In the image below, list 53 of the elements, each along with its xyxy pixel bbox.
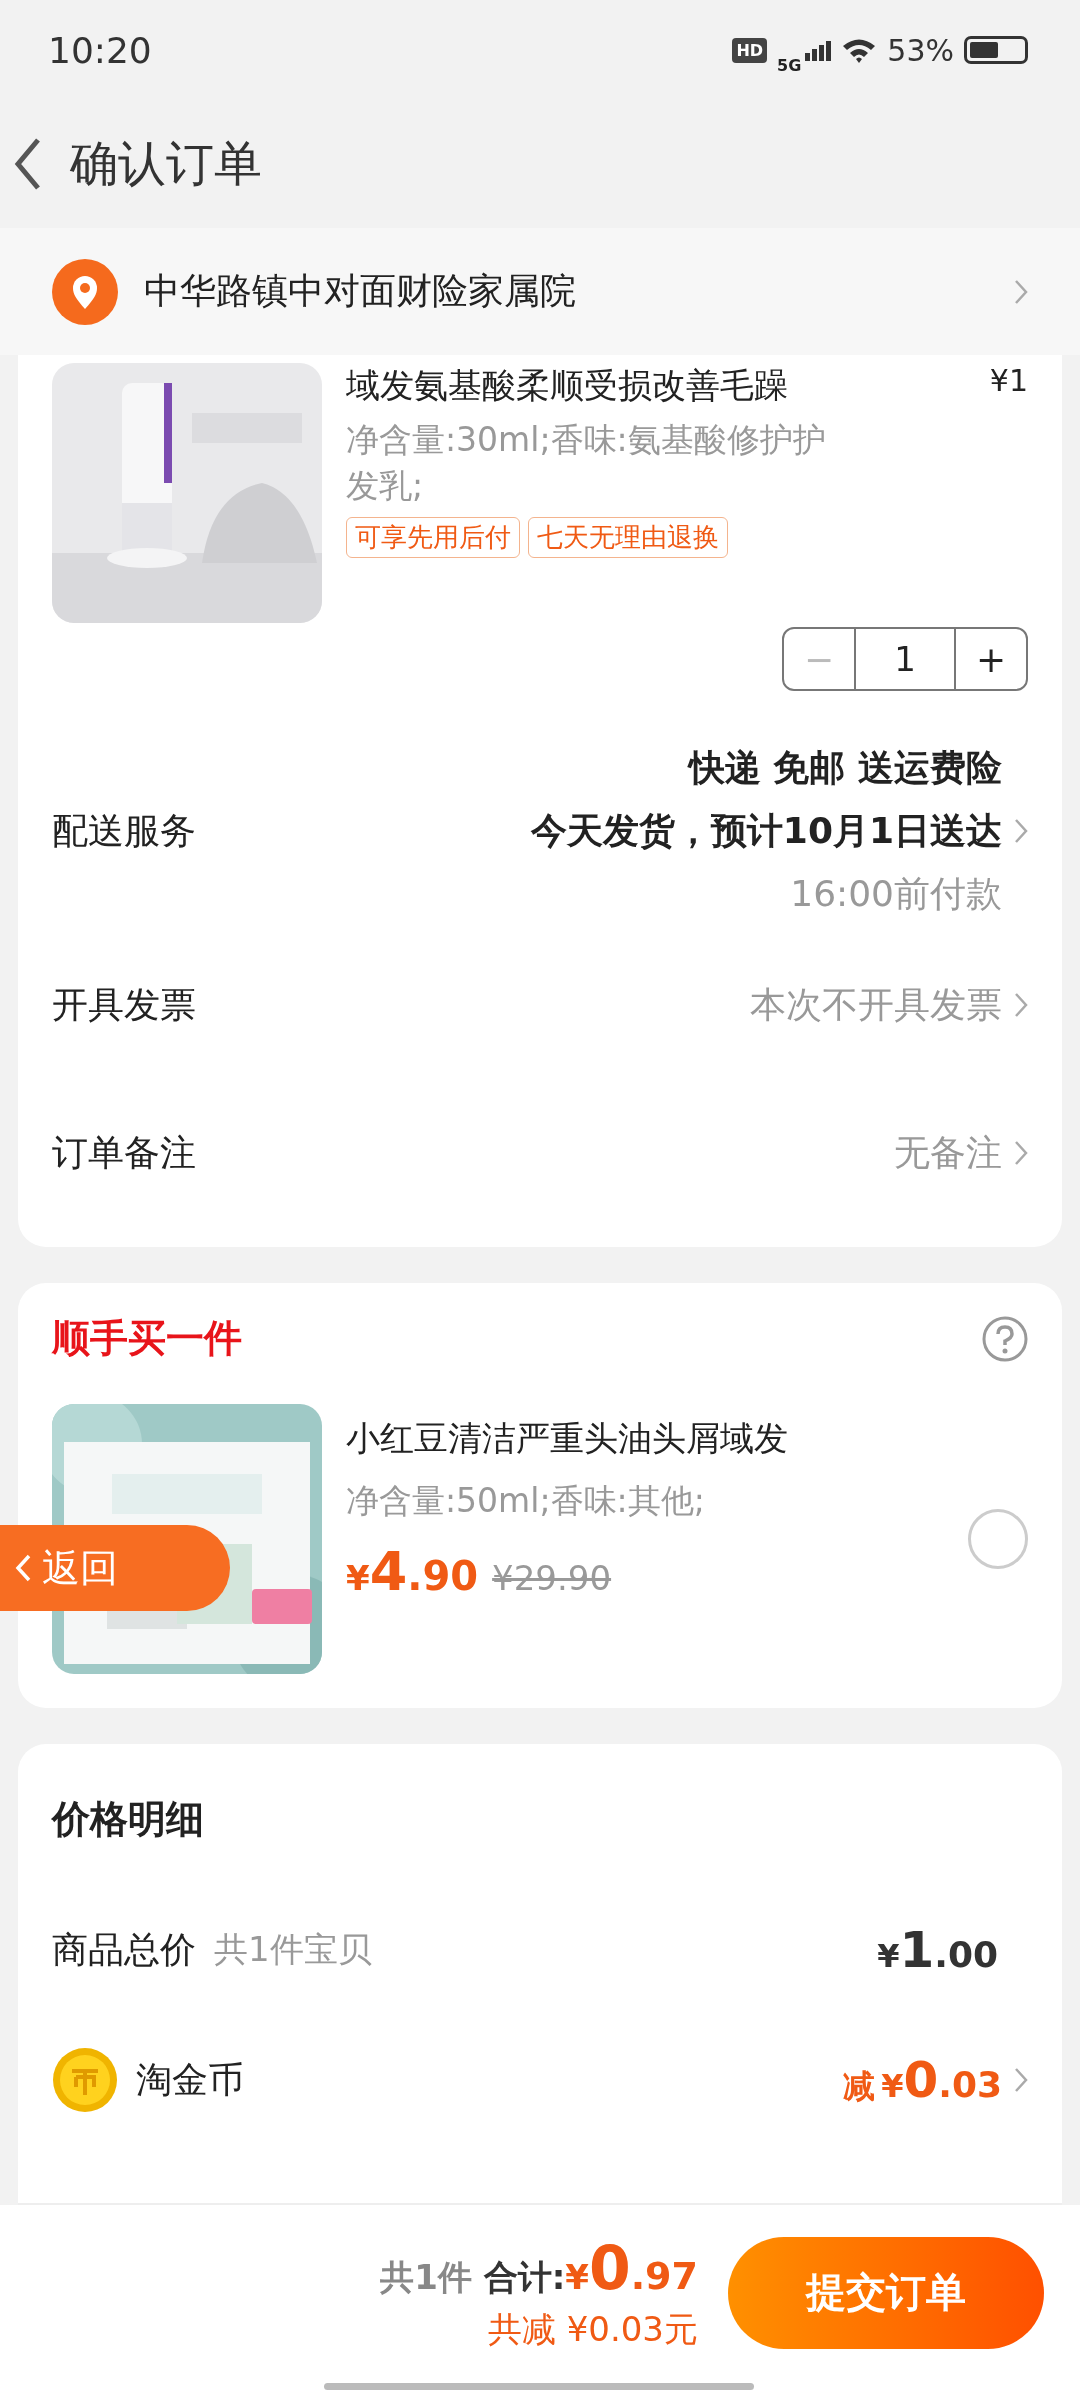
quantity-stepper[interactable]: − 1 + (782, 627, 1028, 691)
product-spec: 净含量:30ml;香味:氨基酸修护护发乳; (346, 419, 827, 508)
wifi-icon (841, 37, 878, 63)
section-title: 顺手买一件 (52, 1315, 242, 1362)
order-total: 共1件 合计:¥0.97 (380, 2232, 698, 2303)
delivery-info: 今天发货，预计10月1日送达 (530, 808, 1002, 853)
total-saving: 共减 ¥0.03元 (487, 2307, 698, 2351)
product-title: 小红豆清洁严重头油头屑域发 (346, 1417, 789, 1460)
option-row[interactable]: 订单备注 无备注 (52, 1079, 1028, 1227)
row-label: 开具发票 (52, 982, 196, 1027)
battery-icon (964, 36, 1028, 64)
delivery-row[interactable]: 配送服务 快递 免邮 送运费险 今天发货，预计10月1日送达 16:00前付款 (52, 731, 1028, 931)
chevron-right-icon (1014, 1140, 1028, 1166)
increment-button[interactable]: + (956, 629, 1026, 689)
section-title: 价格明细 (52, 1796, 205, 1843)
product-spec: 净含量:50ml;香味:其他; (346, 1480, 706, 1522)
delivery-info: 快递 免邮 送运费险 (688, 745, 1002, 790)
battery-percent: 53% (887, 32, 954, 68)
coin-icon (52, 2047, 118, 2113)
price-amount: ¥1.00 (877, 1921, 998, 1979)
chevron-right-icon (1014, 818, 1028, 844)
item-count: 共1件宝贝 (214, 1928, 372, 1971)
original-price: ¥29.90 (492, 1558, 612, 1599)
help-icon[interactable] (982, 1315, 1028, 1362)
row-label: 订单备注 (52, 1130, 196, 1175)
chevron-left-icon (14, 1553, 32, 1583)
address-bar[interactable]: 中华路镇中对面财险家属院 (0, 228, 1080, 355)
location-pin-icon (52, 258, 118, 325)
price-label: 商品总价 (52, 1927, 196, 1972)
service-tag: 七天无理由退换 (528, 517, 728, 559)
price-amount: 减 ¥0.03 (843, 2051, 1002, 2109)
hd-badge: HD (732, 37, 768, 63)
back-icon[interactable] (14, 136, 42, 192)
chevron-right-icon (1014, 2067, 1028, 2093)
row-label: 配送服务 (52, 808, 196, 853)
service-tag: 可享先用后付 (346, 517, 520, 559)
chevron-right-icon (1014, 278, 1028, 305)
row-value: 无备注 (894, 1130, 1002, 1175)
status-time: 10:20 (48, 29, 152, 71)
product-title: 域发氨基酸柔顺受损改善毛躁 (346, 364, 788, 407)
sale-price: ¥4.90 (346, 1540, 479, 1604)
option-row[interactable]: 开具发票 本次不开具发票 (52, 931, 1028, 1079)
page-title: 确认订单 (70, 134, 262, 193)
network-label: 5G (777, 55, 802, 75)
address-text: 中华路镇中对面财险家属院 (144, 269, 577, 313)
quantity-value: 1 (854, 629, 956, 689)
signal-icon (805, 39, 832, 61)
product-price: ¥1 (989, 363, 1028, 400)
chevron-right-icon (1014, 992, 1028, 1018)
delivery-note: 16:00前付款 (790, 871, 1002, 916)
price-label: 淘金币 (136, 2057, 244, 2102)
select-radio[interactable] (968, 1509, 1028, 1569)
row-value: 本次不开具发票 (750, 982, 1002, 1027)
